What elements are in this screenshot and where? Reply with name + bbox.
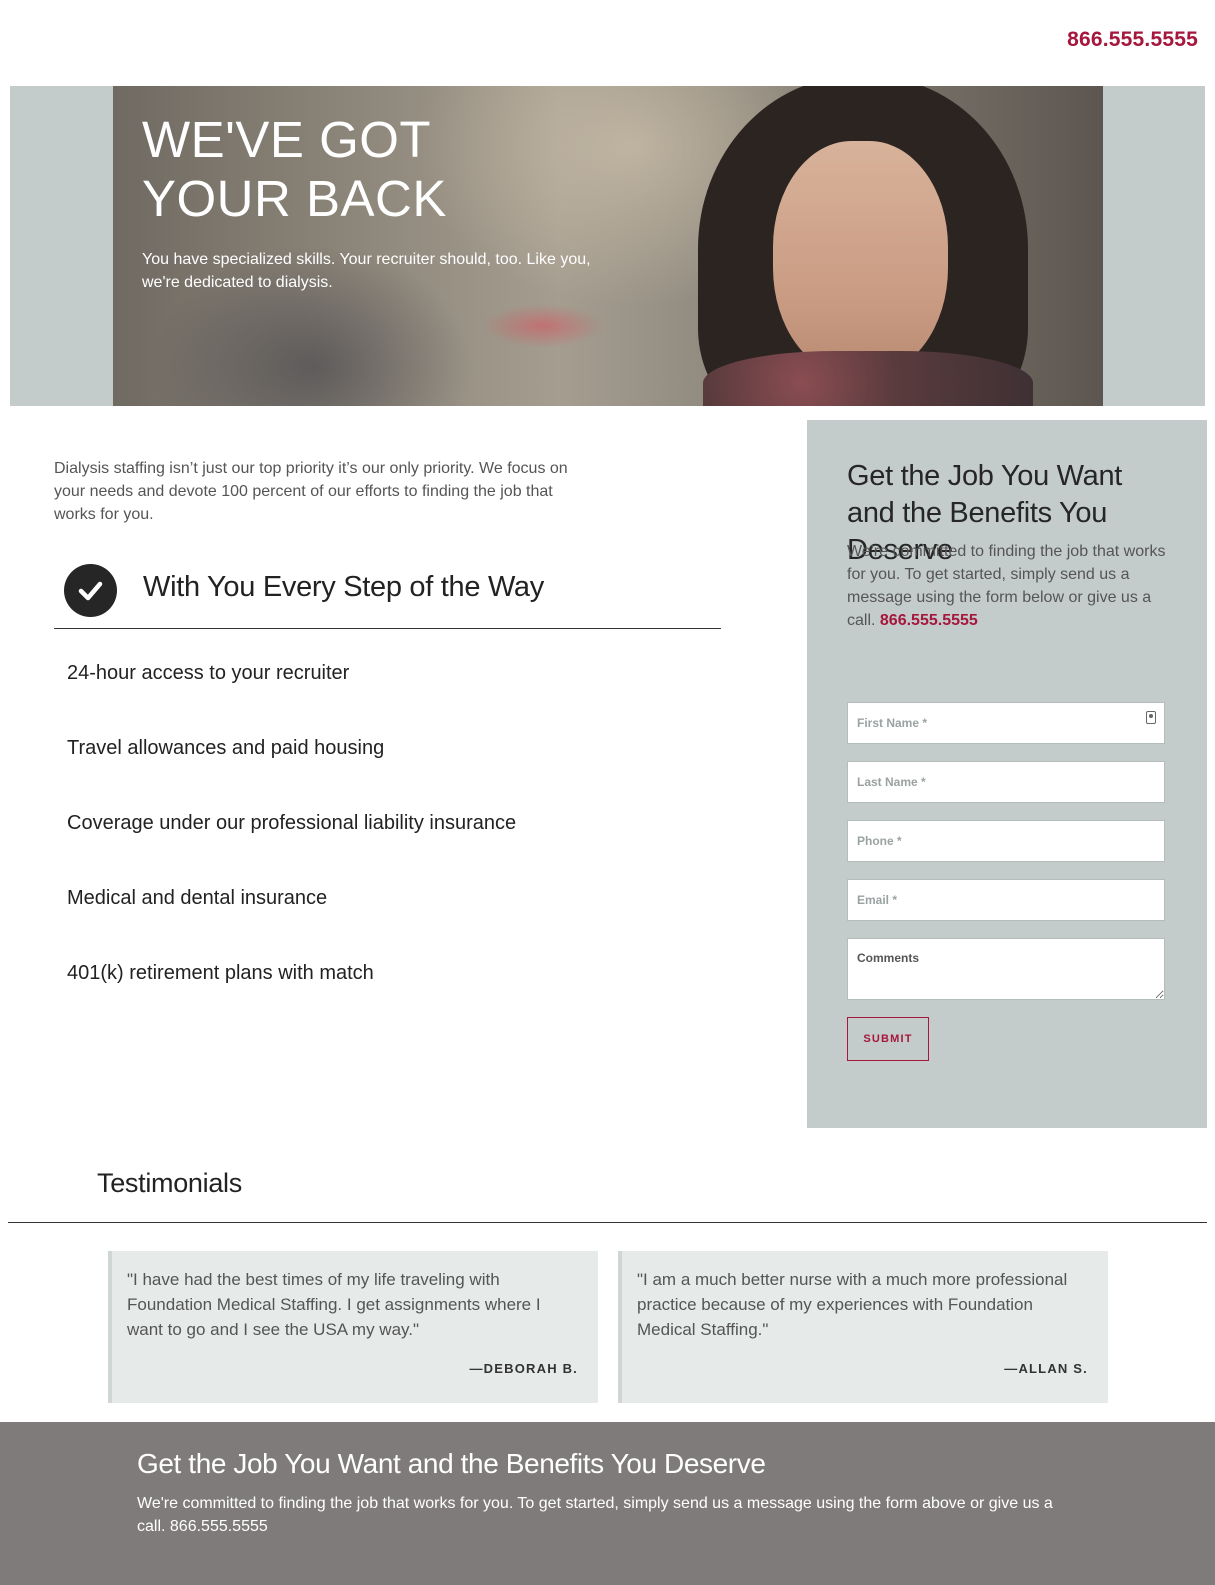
benefit-item: Coverage under our professional liabilit… [67, 812, 517, 834]
testimonial-quote: "I have had the best times of my life tr… [127, 1270, 541, 1339]
steps-divider [54, 628, 721, 629]
header-phone-link[interactable]: 866.555.5555 [1067, 28, 1198, 52]
submit-button[interactable]: SUBMIT [847, 1017, 929, 1061]
benefit-item: Medical and dental insurance [67, 887, 328, 909]
benefit-item: 24-hour access to your recruiter [67, 662, 350, 684]
form-description: We're committed to finding the job that … [847, 540, 1167, 632]
first-name-field[interactable] [847, 702, 1165, 744]
hero-title-line2: YOUR BACK [142, 170, 447, 227]
last-name-field[interactable] [847, 761, 1165, 803]
phone-field[interactable] [847, 820, 1165, 862]
email-field[interactable] [847, 879, 1165, 921]
testimonial-quote: "I am a much better nurse with a much mo… [637, 1270, 1068, 1339]
testimonial-author: —ALLAN S. [1004, 1361, 1088, 1376]
footer-description: We're committed to finding the job that … [137, 1495, 1053, 1535]
testimonial-card: "I am a much better nurse with a much mo… [618, 1251, 1108, 1403]
checkmark-icon [64, 564, 117, 617]
intro-text: Dialysis staffing isn’t just our top pri… [54, 460, 568, 523]
steps-title: With You Every Step of the Way [143, 571, 544, 603]
testimonials-heading: Testimonials [97, 1168, 242, 1198]
testimonials-divider [8, 1222, 1207, 1223]
testimonial-author: —DEBORAH B. [469, 1361, 578, 1376]
footer-title: Get the Job You Want and the Benefits Yo… [137, 1448, 766, 1479]
hero-subtitle: You have specialized skills. Your recrui… [142, 251, 591, 291]
comments-field[interactable] [847, 938, 1165, 1000]
contact-card-icon[interactable] [1146, 711, 1156, 724]
benefit-item: Travel allowances and paid housing [67, 737, 385, 759]
testimonial-card: "I have had the best times of my life tr… [108, 1251, 598, 1403]
benefit-item: 401(k) retirement plans with match [67, 962, 374, 984]
form-phone-link[interactable]: 866.555.5555 [880, 612, 978, 629]
hero-title: WE'VE GOT YOUR BACK [142, 110, 447, 228]
hero-title-line1: WE'VE GOT [142, 111, 432, 168]
